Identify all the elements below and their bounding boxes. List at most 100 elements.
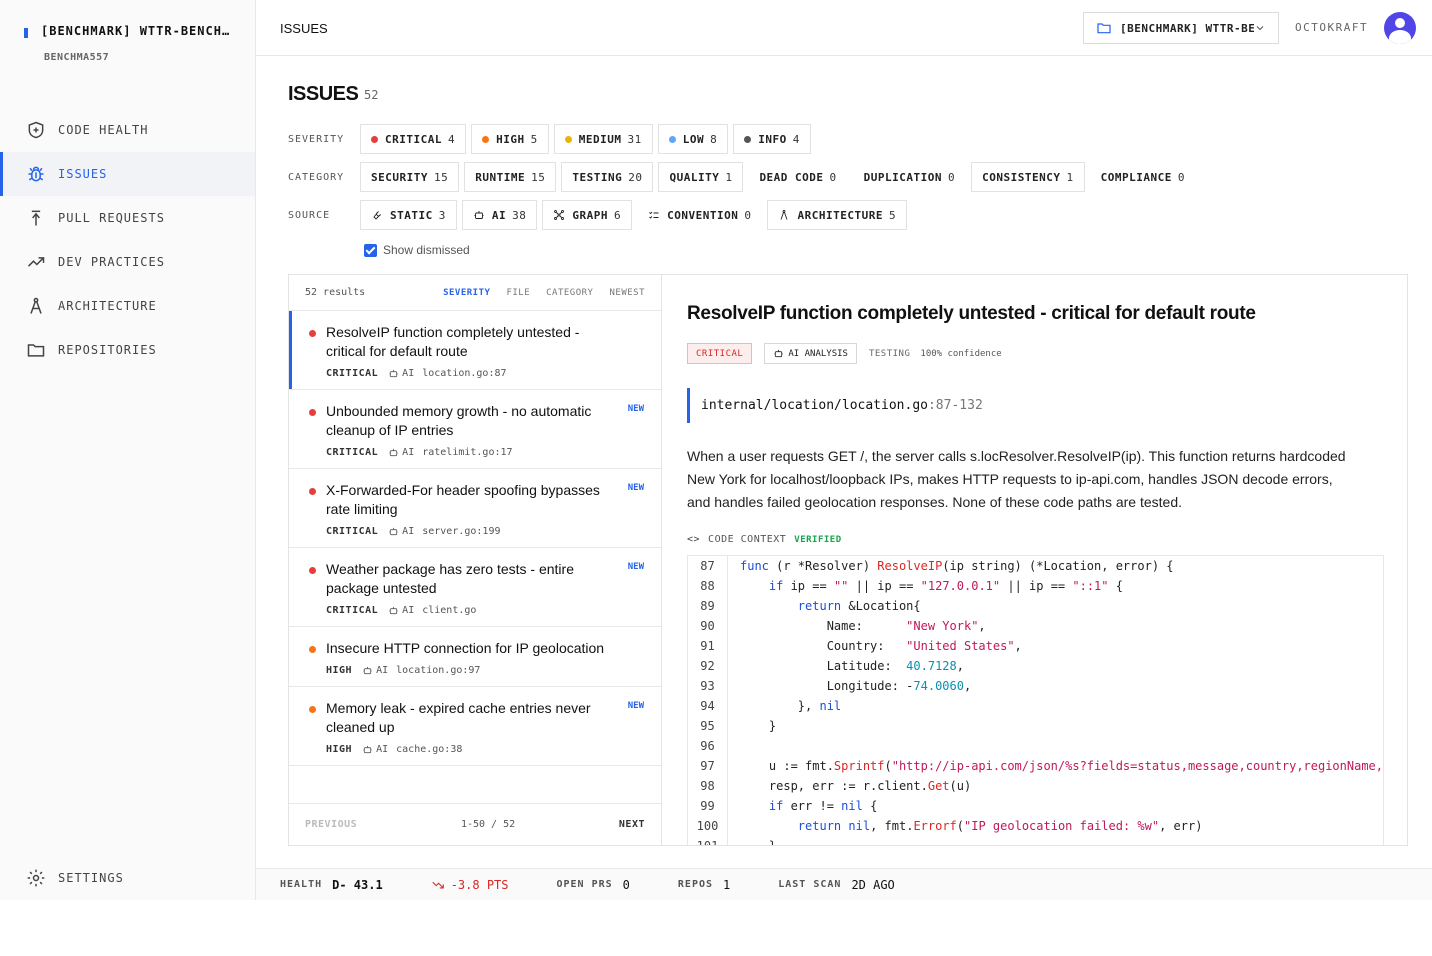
issue-list-header: 52 results SEVERITY FILE CATEGORY NEWEST [289,275,661,311]
issue-meta: HIGH AI cache.go:38 [326,744,645,755]
severity-dot-icon [668,135,676,143]
severity-chip-medium[interactable]: MEDIUM 31 [553,124,653,154]
code-line: Country: "United States", [740,639,1022,653]
chip-label: CONVENTION [667,208,739,222]
severity-chip-critical[interactable]: CRITICAL 4 [360,124,467,154]
sort-file[interactable]: FILE [506,288,530,298]
chip-count: 1 [1066,170,1074,184]
last-scan-label: LAST SCAN [778,879,842,890]
category-chip-consistency[interactable]: CONSISTENCY 1 [971,162,1085,192]
line-gutter: 87 88 89 90 91 92 93 94 95 96 97 98 99 1… [688,556,728,845]
category-chip-quality[interactable]: QUALITY 1 [658,162,744,192]
category-chip-security[interactable]: SECURITY 15 [360,162,460,192]
issue-source: AI [402,526,415,537]
sort-newest[interactable]: NEWEST [609,288,645,298]
chip-count: 0 [829,170,837,184]
robot-icon [389,369,398,378]
list-item[interactable]: Memory leak - expired cache entries neve… [289,687,661,766]
category-chip-dead-code[interactable]: DEAD CODE 0 [748,162,847,192]
previous-button[interactable]: PREVIOUS [305,819,357,830]
list-item[interactable]: ResolveIP function completely untested -… [289,311,661,390]
status-bar: HEALTH D- 43.1 -3.8 PTS OPEN PRS 0 REPOS… [256,868,1432,900]
category-chip-duplication[interactable]: DUPLICATION 0 [853,162,966,192]
code-line: Longitude: -74.0060, [740,679,972,693]
folder-icon [1097,23,1111,34]
code-context-header: <> CODE CONTEXT VERIFIED [687,534,1383,545]
chip-count: 0 [948,170,956,184]
robot-icon [474,211,484,219]
sidebar-item-code-health[interactable]: CODE HEALTH [0,108,255,152]
issue-severity: HIGH [326,744,353,755]
chip-count: 8 [710,132,718,146]
issue-title: Unbounded memory growth - no automatic c… [326,403,592,438]
line-range: :87-132 [927,398,983,413]
show-dismissed-checkbox[interactable] [364,243,377,257]
sidebar-item-pull-requests[interactable]: PULL REQUESTS [0,196,255,240]
robot-icon [389,527,398,536]
avatar[interactable] [1384,12,1416,44]
sort-severity[interactable]: SEVERITY [443,288,490,298]
list-item[interactable]: Weather package has zero tests - entire … [289,548,661,627]
list-item[interactable]: Insecure HTTP connection for IP geolocat… [289,627,661,687]
health-delta: -3.8 PTS [431,878,509,892]
chip-label: CONSISTENCY [982,170,1061,184]
code-line: return &Location{ [797,599,921,613]
file-location[interactable]: internal/location/location.go:87-132 [687,388,1383,423]
severity-chip-high[interactable]: HIGH 5 [471,124,549,154]
issue-source: AI [376,744,389,755]
workspace-name[interactable]: [BENCHMARK] WTTR-BENCHMARK [41,24,237,38]
next-button[interactable]: NEXT [619,819,645,830]
file-path: internal/location/location.go [701,398,928,413]
code-line: func (r *Resolver) ResolveIP(ip string) … [740,559,1174,573]
severity-badge: CRITICAL [687,343,753,364]
gear-icon [27,869,45,887]
sidebar-item-label: REPOSITORIES [58,343,157,357]
verified-badge: VERIFIED [794,534,842,545]
wrench-icon [373,211,381,220]
trend-up-icon [27,257,45,267]
line-number: 101 [688,836,727,845]
source-chip-convention[interactable]: CONVENTION 0 [637,200,762,230]
category-chip-compliance[interactable]: COMPLIANCE 0 [1090,162,1196,192]
new-badge: NEW [627,562,644,572]
sidebar-item-settings[interactable]: SETTINGS [0,856,255,900]
issue-file: cache.go:38 [396,744,463,755]
severity-dot-icon [309,409,316,416]
severity-dot-icon [744,135,752,143]
issue-source: AI [402,368,415,379]
show-dismissed-toggle[interactable]: Show dismissed [364,243,470,257]
severity-chip-low[interactable]: LOW 8 [657,124,729,154]
category-chip-testing[interactable]: TESTING 20 [561,162,654,192]
source-chip-architecture[interactable]: ARCHITECTURE 5 [767,200,908,230]
source-badge: AI ANALYSIS [764,343,857,364]
sidebar-item-repositories[interactable]: REPOSITORIES [0,328,255,372]
issue-source: AI [402,447,415,458]
sidebar-item-dev-practices[interactable]: DEV PRACTICES [0,240,255,284]
line-number: 96 [700,739,715,753]
repository-select-value: [BENCHMARK] WTTR-BENCHMARK [1120,21,1254,35]
source-chip-static[interactable]: STATIC 3 [360,200,457,230]
confidence-badge: 100% confidence [920,348,1002,359]
chip-count: 20 [628,170,643,184]
source-chip-graph[interactable]: GRAPH 6 [542,200,633,230]
sidebar-item-architecture[interactable]: ARCHITECTURE [0,284,255,328]
list-item[interactable]: Unbounded memory growth - no automatic c… [289,390,661,469]
list-item[interactable]: X-Forwarded-For header spoofing bypasses… [289,469,661,548]
repository-select[interactable]: [BENCHMARK] WTTR-BENCHMARK [1083,12,1279,44]
line-number: 95 [700,719,715,733]
sidebar-item-issues[interactable]: ISSUES [0,152,255,196]
robot-icon [363,745,372,754]
source-chip-ai[interactable]: AI 38 [461,200,538,230]
severity-chip-info[interactable]: INFO 4 [733,124,811,154]
severity-dot-icon [371,135,378,143]
org-name[interactable]: OCTOKRAFT [1295,21,1368,34]
issue-meta: CRITICAL AI location.go:87 [326,368,645,379]
filter-label: SEVERITY [288,133,345,145]
issue-file: server.go:199 [422,526,501,537]
graph-icon [554,210,565,220]
category-chip-runtime[interactable]: RUNTIME 15 [464,162,557,192]
sort-category[interactable]: CATEGORY [546,288,593,298]
workspace-indicator [24,28,28,38]
issue-title: Insecure HTTP connection for IP geolocat… [326,640,605,656]
page-title: ISSUES [288,83,359,105]
